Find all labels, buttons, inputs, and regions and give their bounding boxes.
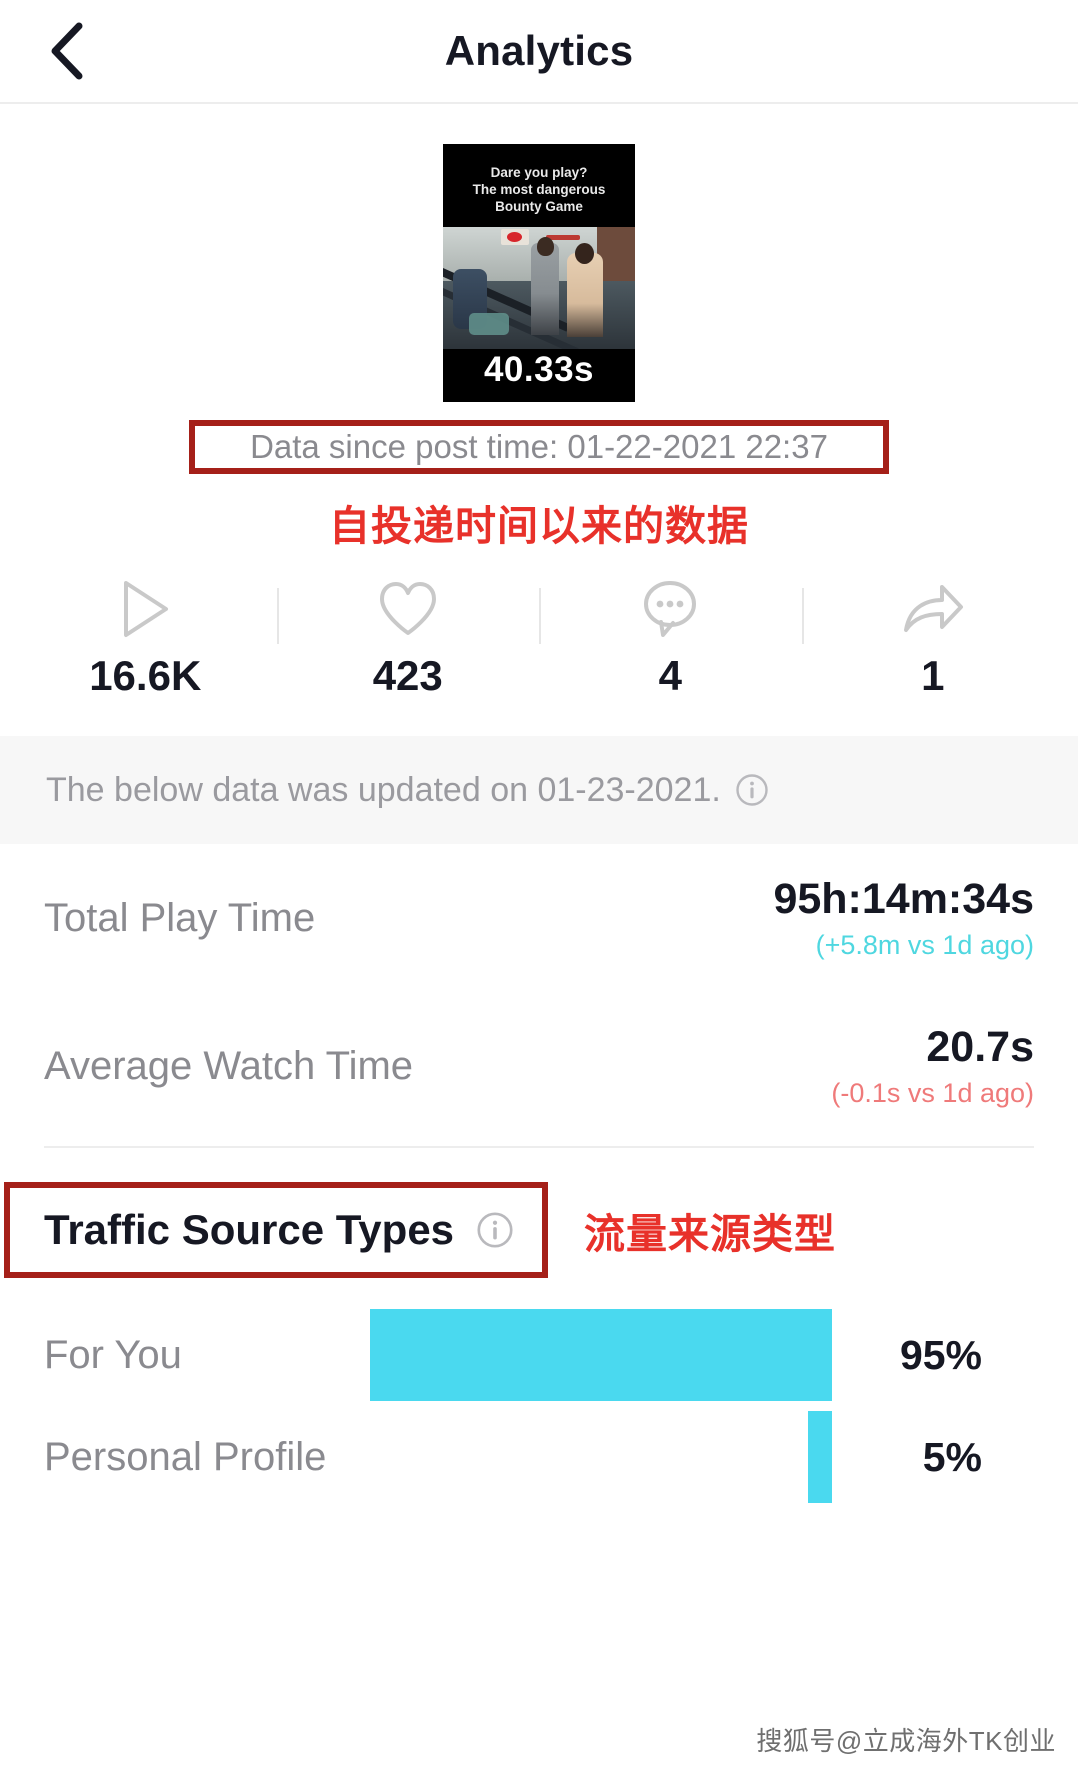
stat-plays[interactable]: 16.6K <box>14 570 277 700</box>
info-icon[interactable] <box>735 773 769 807</box>
heart-icon <box>377 576 439 642</box>
metric-delta: (+5.8m vs 1d ago) <box>815 930 1034 961</box>
info-icon[interactable] <box>476 1211 514 1249</box>
data-since-post-time-text: Data since post time: 01-22-2021 22:37 <box>250 428 828 465</box>
back-button[interactable] <box>36 20 98 82</box>
traffic-source-title: Traffic Source Types <box>44 1206 455 1253</box>
watermark-label: 搜狐号@立成海外TK创业 <box>756 1726 1056 1756</box>
metric-label: Average Watch Time <box>44 1043 414 1088</box>
chevron-left-icon <box>47 22 87 80</box>
traffic-source-header-row: Traffic Source Types 流量来源类型 <box>0 1182 1078 1278</box>
video-frame-image <box>443 227 635 349</box>
metric-average-watch-time: Average Watch Time 20.7s (-0.1s vs 1d ag… <box>44 992 1034 1140</box>
metric-delta: (-0.1s vs 1d ago) <box>831 1078 1034 1109</box>
annotation-since-post-time-cn: 自投递时间以来的数据 <box>329 503 749 549</box>
traffic-bar-track <box>370 1411 832 1503</box>
traffic-bar-label: Personal Profile <box>44 1434 327 1479</box>
traffic-bar-fill <box>370 1309 832 1401</box>
stat-comments-value: 4 <box>658 652 682 699</box>
traffic-bar-percent: 5% <box>922 1433 982 1480</box>
traffic-bar-label: For You <box>44 1332 182 1377</box>
video-caption-text: Dare you play? The most dangerous Bounty… <box>472 165 606 214</box>
traffic-bar-track <box>370 1309 832 1401</box>
metric-label: Total Play Time <box>44 895 316 940</box>
stat-shares[interactable]: 1 <box>801 570 1065 700</box>
annotation-traffic-source-cn: 流量来源类型 <box>584 1211 837 1257</box>
stat-shares-value: 1 <box>921 652 945 699</box>
traffic-bar-row: For You 95% <box>0 1304 1078 1406</box>
traffic-source-bar-chart: For You 95% Personal Profile 5% <box>0 1304 1078 1508</box>
share-icon <box>900 576 966 642</box>
data-since-post-time-box: Data since post time: 01-22-2021 22:37 <box>189 420 889 474</box>
engagement-stats-row: 16.6K 423 4 1 <box>0 570 1078 700</box>
stat-plays-value: 16.6K <box>89 652 202 699</box>
comment-icon <box>639 576 701 642</box>
traffic-bar-fill <box>807 1411 832 1503</box>
traffic-bar-row: Personal Profile 5% <box>0 1406 1078 1508</box>
section-divider <box>44 1146 1034 1148</box>
stat-likes[interactable]: 423 <box>276 570 540 700</box>
page-title: Analytics <box>444 27 634 74</box>
data-updated-band: The below data was updated on 01-23-2021… <box>0 736 1078 844</box>
metric-value: 20.7s <box>926 1022 1034 1071</box>
data-updated-text: The below data was updated on 01-23-2021… <box>46 770 721 809</box>
stat-likes-value: 423 <box>372 652 443 699</box>
metric-right: 20.7s (-0.1s vs 1d ago) <box>831 1023 1034 1109</box>
analytics-screen: Analytics Dare you play? The most danger… <box>0 0 1078 1768</box>
traffic-bar-percent: 95% <box>899 1331 982 1378</box>
metrics-list: Total Play Time 95h:14m:34s (+5.8m vs 1d… <box>0 844 1078 1140</box>
metric-value: 95h:14m:34s <box>773 874 1034 923</box>
video-thumbnail-wrap: Dare you play? The most dangerous Bounty… <box>0 104 1078 402</box>
video-thumbnail[interactable]: Dare you play? The most dangerous Bounty… <box>443 144 635 402</box>
stat-comments[interactable]: 4 <box>539 570 802 700</box>
metric-total-play-time: Total Play Time 95h:14m:34s (+5.8m vs 1d… <box>44 844 1034 992</box>
app-header: Analytics <box>0 0 1078 104</box>
video-duration-label: 40.33s <box>483 350 595 389</box>
play-icon <box>116 576 174 642</box>
traffic-source-title-box: Traffic Source Types <box>4 1182 549 1278</box>
metric-right: 95h:14m:34s (+5.8m vs 1d ago) <box>773 875 1034 961</box>
